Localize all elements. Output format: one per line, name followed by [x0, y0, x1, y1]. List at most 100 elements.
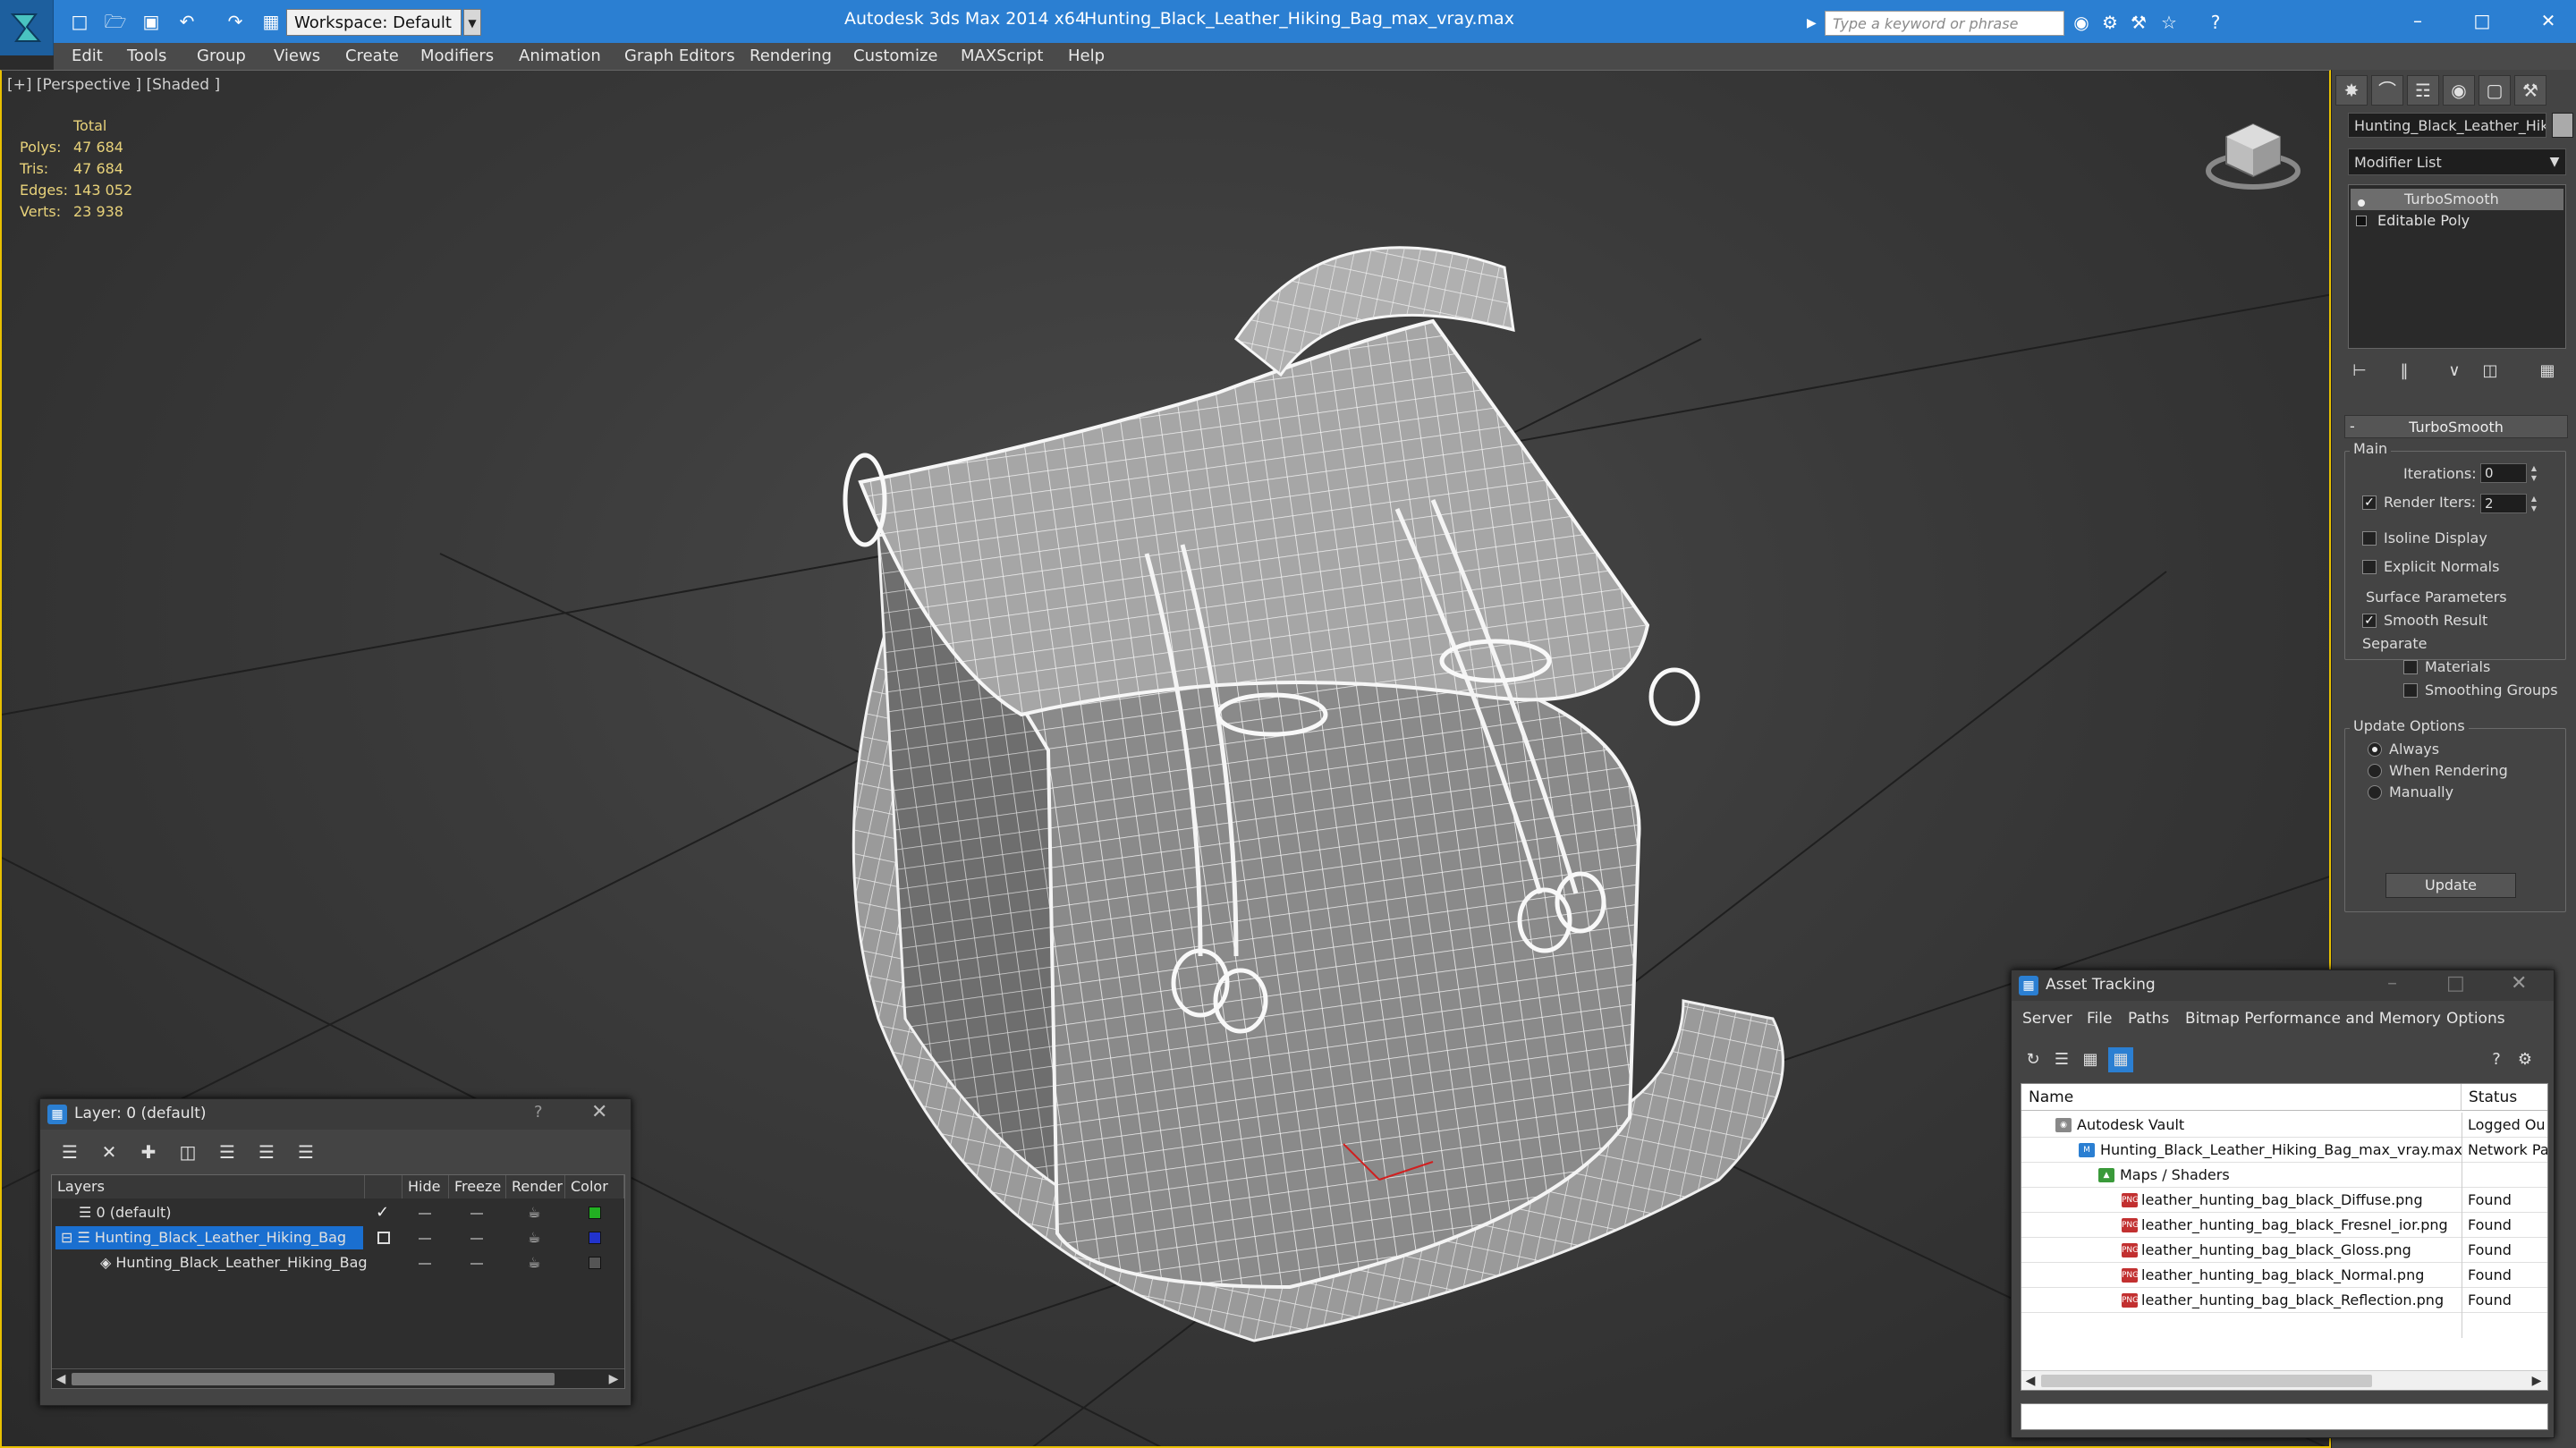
- close-icon[interactable]: ✕: [591, 1101, 607, 1123]
- table-row[interactable]: PNG leather_hunting_bag_black_Normal.png…: [2021, 1263, 2547, 1288]
- layer-name[interactable]: ☰ 0 (default): [75, 1201, 171, 1224]
- table-row[interactable]: PNG leather_hunting_bag_black_Diffuse.pn…: [2021, 1188, 2547, 1213]
- select-highlighted-icon[interactable]: ◫: [174, 1140, 201, 1164]
- table-row[interactable]: M Hunting_Black_Leather_Hiking_Bag_max_v…: [2021, 1138, 2547, 1163]
- communication-center-icon[interactable]: ⚙: [2098, 11, 2122, 34]
- expand-box-icon[interactable]: [2356, 216, 2367, 226]
- hide-toggle[interactable]: [419, 1238, 431, 1240]
- redo-icon[interactable]: ↷: [224, 11, 247, 32]
- undo-icon[interactable]: ↶: [175, 11, 199, 32]
- stack-item-turbosmooth[interactable]: TurboSmooth: [2351, 189, 2563, 210]
- menu-rendering[interactable]: Rendering: [750, 47, 832, 65]
- favorites-star-icon[interactable]: ☆: [2157, 11, 2181, 34]
- dialog-titlebar[interactable]: ▦ Layer: 0 (default) ? ✕: [40, 1099, 631, 1130]
- table-view-icon[interactable]: ▦: [2108, 1047, 2133, 1072]
- render-iters-spinner[interactable]: 2: [2480, 494, 2527, 513]
- open-file-icon[interactable]: 🗁: [104, 11, 127, 32]
- utilities-tab-icon[interactable]: ⚒: [2514, 75, 2546, 106]
- table-row[interactable]: PNG leather_hunting_bag_black_Reflection…: [2021, 1288, 2547, 1313]
- stack-item-editable-poly[interactable]: Editable Poly: [2351, 210, 2563, 232]
- spinner-arrows-icon[interactable]: ▲ ▼: [2529, 494, 2539, 513]
- list-view-icon[interactable]: ☰: [2049, 1047, 2074, 1072]
- menu-server[interactable]: Server: [2022, 1010, 2072, 1028]
- isoline-display-checkbox[interactable]: [2362, 531, 2377, 546]
- object-name-field[interactable]: Hunting_Black_Leather_Hiking_Bag: [2348, 113, 2546, 138]
- layer-color-swatch[interactable]: [589, 1257, 601, 1269]
- create-layer-icon[interactable]: ☰: [56, 1140, 83, 1164]
- table-row[interactable]: ☰ 0 (default) ✓ ☕: [52, 1200, 624, 1225]
- table-row[interactable]: ▲ Maps / Shaders: [2021, 1163, 2547, 1188]
- close-icon[interactable]: ✕: [2511, 972, 2527, 995]
- rollout-turbosmooth[interactable]: TurboSmooth: [2344, 415, 2568, 438]
- modify-tab-icon[interactable]: ⌒: [2371, 75, 2403, 106]
- menu-help[interactable]: Help: [1068, 47, 1105, 65]
- save-file-icon[interactable]: ▣: [140, 11, 163, 32]
- help-icon[interactable]: ?: [534, 1103, 543, 1122]
- scroll-right-icon[interactable]: ▶: [605, 1369, 623, 1389]
- layer-color-swatch[interactable]: [589, 1207, 601, 1219]
- refresh-icon[interactable]: ↻: [2021, 1047, 2046, 1072]
- horizontal-scrollbar[interactable]: ◀ ▶: [52, 1368, 624, 1388]
- column-header-render[interactable]: Render: [506, 1175, 565, 1198]
- chevron-down-icon[interactable]: ▼: [463, 9, 481, 36]
- menu-options[interactable]: Options: [2446, 1010, 2505, 1028]
- update-when-rendering-radio[interactable]: [2368, 764, 2382, 778]
- pin-stack-icon[interactable]: ⊢: [2348, 360, 2371, 383]
- help-icon[interactable]: ?: [2204, 11, 2227, 34]
- menu-views[interactable]: Views: [274, 47, 320, 65]
- horizontal-scrollbar[interactable]: ◀ ▶: [2021, 1370, 2547, 1390]
- column-header-status[interactable]: Status: [2462, 1084, 2547, 1111]
- table-row[interactable]: ⊟ ☰ Hunting_Black_Leather_Hiking_Bag ☕: [52, 1225, 624, 1250]
- hide-all-layers-icon[interactable]: ☰: [253, 1140, 280, 1164]
- table-row[interactable]: ◈ Hunting_Black_Leather_Hiking_Bag ☕: [52, 1250, 624, 1275]
- viewport-label[interactable]: [+] [Perspective ] [Shaded ]: [7, 76, 220, 94]
- binoculars-icon[interactable]: ◉: [2070, 11, 2093, 34]
- freeze-all-layers-icon[interactable]: ☰: [292, 1140, 319, 1164]
- explicit-normals-checkbox[interactable]: [2362, 560, 2377, 574]
- tree-view-icon[interactable]: ▦: [2078, 1047, 2103, 1072]
- scroll-left-icon[interactable]: ◀: [52, 1369, 70, 1389]
- active-layer-check-icon[interactable]: ✓: [376, 1200, 389, 1225]
- scroll-thumb[interactable]: [72, 1373, 555, 1385]
- hiking-bag-model[interactable]: [753, 214, 1809, 1421]
- table-row[interactable]: PNG leather_hunting_bag_black_Fresnel_io…: [2021, 1213, 2547, 1238]
- menu-maxscript[interactable]: MAXScript: [961, 47, 1043, 65]
- new-file-icon[interactable]: □: [68, 11, 91, 32]
- render-teapot-icon[interactable]: ☕: [528, 1250, 540, 1275]
- freeze-toggle[interactable]: [470, 1263, 483, 1265]
- column-header-hide[interactable]: Hide: [402, 1175, 449, 1198]
- menu-modifiers[interactable]: Modifiers: [420, 47, 494, 65]
- remove-modifier-icon[interactable]: ◫: [2479, 360, 2502, 383]
- layer-color-swatch[interactable]: [589, 1232, 601, 1244]
- freeze-toggle[interactable]: [470, 1213, 483, 1215]
- make-unique-icon[interactable]: ∨: [2443, 360, 2466, 383]
- maximize-icon[interactable]: □: [2446, 972, 2465, 995]
- motion-tab-icon[interactable]: ◉: [2443, 75, 2475, 106]
- minimize-icon[interactable]: –: [2387, 972, 2397, 995]
- app-menu-button[interactable]: [0, 0, 54, 55]
- chevron-down-icon[interactable]: ▼: [2545, 149, 2564, 174]
- column-header-color[interactable]: Color: [565, 1175, 624, 1198]
- column-header-name[interactable]: Name: [2021, 1084, 2462, 1111]
- update-button[interactable]: Update: [2385, 873, 2516, 898]
- collapse-icon[interactable]: -: [2350, 415, 2355, 438]
- layer-name[interactable]: ⊟ ☰ Hunting_Black_Leather_Hiking_Bag: [55, 1226, 363, 1249]
- show-end-result-icon[interactable]: ‖: [2393, 360, 2416, 383]
- make-active-box[interactable]: [377, 1232, 390, 1244]
- object-name[interactable]: ◈ Hunting_Black_Leather_Hiking_Bag: [97, 1251, 368, 1274]
- menu-group[interactable]: Group: [197, 47, 246, 65]
- smooth-result-checkbox[interactable]: ✓: [2362, 614, 2377, 628]
- menu-file[interactable]: File: [2087, 1010, 2112, 1028]
- dialog-titlebar[interactable]: ▦ Asset Tracking – □ ✕: [2012, 970, 2554, 1001]
- create-tab-icon[interactable]: ✸: [2335, 75, 2368, 106]
- scroll-left-icon[interactable]: ◀: [2021, 1371, 2039, 1390]
- viewcube-icon[interactable]: [2204, 115, 2302, 196]
- smoothing-groups-checkbox[interactable]: [2403, 683, 2418, 698]
- materials-checkbox[interactable]: [2403, 660, 2418, 674]
- table-row[interactable]: ◉ Autodesk Vault Logged Ou: [2021, 1113, 2547, 1138]
- render-iters-checkbox[interactable]: ✓: [2362, 495, 2377, 510]
- column-header-freeze[interactable]: Freeze: [449, 1175, 506, 1198]
- configure-sets-icon[interactable]: ▦: [2536, 360, 2559, 383]
- help-icon[interactable]: ?: [2484, 1047, 2509, 1072]
- display-tab-icon[interactable]: ▢: [2479, 75, 2511, 106]
